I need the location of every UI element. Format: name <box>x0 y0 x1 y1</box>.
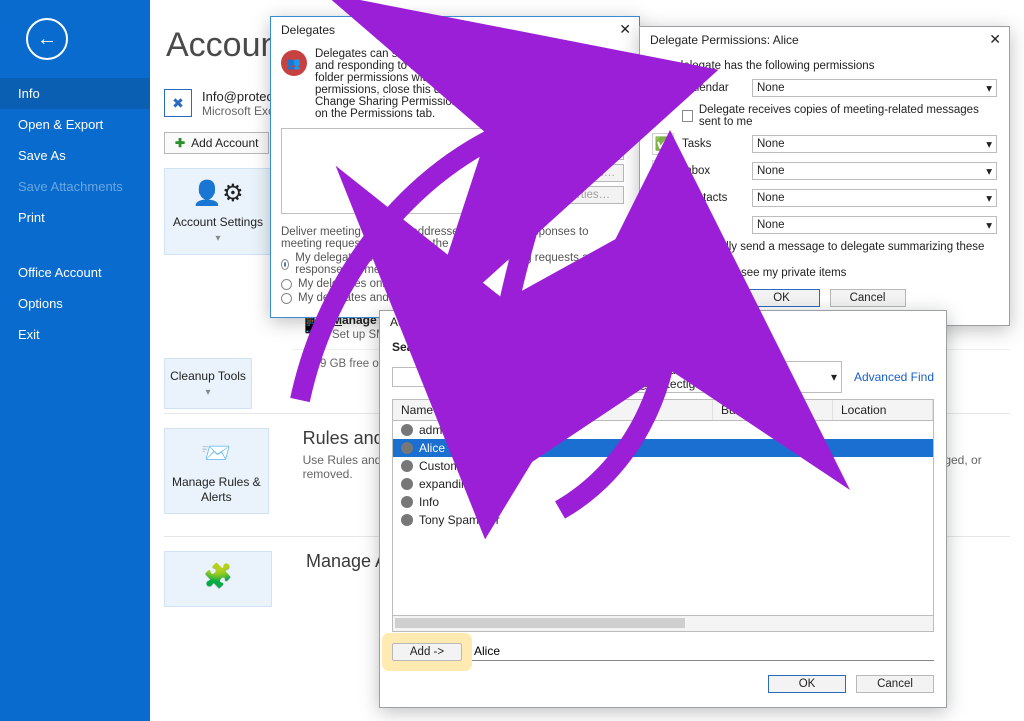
address-book-label: Address Book <box>637 340 718 354</box>
users-grid[interactable]: adminAliceCustomerexpandingInfoTony Spam… <box>392 421 934 616</box>
go-button[interactable]: Go <box>568 367 606 387</box>
radio-name-only[interactable]: Name only <box>442 341 514 353</box>
chevron-down-icon: ▾ <box>215 233 220 244</box>
search-input[interactable] <box>392 367 562 387</box>
perm-row-notes: 🟨 Notes None▾ <box>652 214 997 236</box>
remove-delegate-button: Remove <box>532 142 624 160</box>
perm-cancel-button[interactable]: Cancel <box>830 289 906 307</box>
delegates-intro: Delegates can send items on your behalf,… <box>315 48 629 120</box>
sidebar-item-info[interactable]: Info <box>0 78 150 109</box>
user-row[interactable]: Alice <box>393 439 933 457</box>
back-button[interactable]: ← <box>26 18 68 60</box>
calendar-select[interactable]: None▾ <box>752 79 997 97</box>
plus-icon: ✚ <box>175 136 185 150</box>
contacts-icon: 👤 <box>652 187 674 209</box>
inbox-select[interactable]: None▾ <box>752 162 997 180</box>
back-arrow-icon: ← <box>37 28 57 51</box>
notes-icon: 🟨 <box>652 214 674 236</box>
user-row[interactable]: Customer <box>393 457 933 475</box>
person-icon <box>401 424 413 436</box>
radio-delegates-and-me[interactable]: My delegates and me <box>281 292 629 304</box>
advanced-find-link[interactable]: Advanced Find <box>854 370 934 384</box>
user-row[interactable]: Tony Spammer <box>393 511 933 529</box>
sidebar-item-options[interactable]: Options <box>0 288 150 319</box>
permissions-button: Permissions… <box>532 164 624 182</box>
sidebar-item-print[interactable]: Print <box>0 202 150 233</box>
user-row[interactable]: admin <box>393 421 933 439</box>
add-to-button[interactable]: Add -> <box>392 643 462 661</box>
tasks-icon: ✅ <box>652 133 674 155</box>
user-row[interactable]: expanding <box>393 475 933 493</box>
tasks-select[interactable]: None▾ <box>752 135 997 153</box>
person-icon <box>401 514 413 526</box>
address-book-select[interactable]: Global Address List - Info@protectigate.… <box>612 361 842 393</box>
chevron-down-icon: ▾ <box>205 387 210 398</box>
delegates-listbox[interactable] <box>281 128 521 214</box>
person-icon <box>401 478 413 490</box>
delegate-permissions-dialog: Delegate Permissions: Alice ✕ This deleg… <box>639 26 1010 326</box>
addusers-title: Add Users <box>390 315 446 329</box>
chevron-down-icon: ▾ <box>986 218 992 232</box>
copies-checkbox[interactable] <box>682 110 693 122</box>
exchange-icon: ✖ <box>164 89 192 117</box>
add-account-button[interactable]: ✚ Add Account <box>164 132 269 154</box>
user-row[interactable]: Info <box>393 493 933 511</box>
close-icon[interactable]: ✕ <box>989 31 1001 48</box>
sidebar-item-open-export[interactable]: Open & Export <box>0 109 150 140</box>
chevron-down-icon: ▾ <box>831 370 837 384</box>
person-icon <box>401 496 413 508</box>
sidebar-item-office-account[interactable]: Office Account <box>0 257 150 288</box>
sidebar-item-save-attachments: Save Attachments <box>0 171 150 202</box>
radio-more-columns[interactable]: More columns <box>520 341 609 353</box>
properties-button: Properties… <box>532 186 624 204</box>
private-items-checkbox[interactable] <box>652 267 664 279</box>
manage-apps-tile[interactable]: 🧩 <box>164 551 272 607</box>
delegates-dialog: Delegates ✕ 👥 Delegates can send items o… <box>270 16 640 318</box>
apps-icon: 🧩 <box>169 562 267 592</box>
person-icon <box>401 442 413 454</box>
account-settings-tile[interactable]: 👤⚙ Account Settings ▾ <box>164 168 272 255</box>
perm-row-calendar: 📅 Calendar None▾ <box>652 77 997 99</box>
calendar-icon: 📅 <box>652 77 674 99</box>
close-icon[interactable]: ✕ <box>619 21 631 38</box>
chevron-down-icon: ▾ <box>986 137 992 151</box>
perm-intro: This delegate has the following permissi… <box>652 60 997 72</box>
rules-icon: 📨 <box>169 439 264 469</box>
perm-title: Delegate Permissions: Alice <box>650 33 799 47</box>
add-users-dialog: Add Users Search: Name only More columns… <box>379 310 947 708</box>
delegate-intro-icon: 👥 <box>281 50 307 76</box>
sidebar-item-exit[interactable]: Exit <box>0 319 150 350</box>
chevron-down-icon: ▾ <box>986 191 992 205</box>
delegates-title: Delegates <box>281 23 335 37</box>
person-icon <box>401 460 413 472</box>
manage-rules-tile[interactable]: 📨 Manage Rules & Alerts <box>164 428 269 514</box>
search-label: Search: <box>392 340 436 354</box>
addusers-ok-button[interactable]: OK <box>768 675 846 693</box>
perm-row-contacts: 👤 Contacts None▾ <box>652 187 997 209</box>
backstage-sidebar: ← Info Open & Export Save As Save Attach… <box>0 0 150 721</box>
chevron-down-icon: ▾ <box>986 81 992 95</box>
chevron-down-icon: ▾ <box>986 164 992 178</box>
radio-delegates-only[interactable]: My delegates only <box>281 278 629 290</box>
addusers-cancel-button[interactable]: Cancel <box>856 675 934 693</box>
inbox-icon: 📂 <box>652 160 674 182</box>
sidebar-item-save-as[interactable]: Save As <box>0 140 150 171</box>
perm-row-tasks: ✅ Tasks None▾ <box>652 133 997 155</box>
grid-header: Name Title Business Phone Location <box>392 399 934 421</box>
horizontal-scrollbar[interactable] <box>392 616 934 632</box>
add-delegate-button[interactable]: Add… <box>532 120 624 138</box>
perm-row-inbox: 📂 Inbox None▾ <box>652 160 997 182</box>
deliver-intro: Deliver meeting requests addressed to me… <box>281 226 629 250</box>
added-users-field[interactable] <box>472 642 934 661</box>
radio-delegates-copy[interactable]: My delegates only, but send a copy of me… <box>281 252 629 276</box>
account-settings-icon: 👤⚙ <box>169 179 267 209</box>
contacts-select[interactable]: None▾ <box>752 189 997 207</box>
perm-ok-button[interactable]: OK <box>744 289 820 307</box>
cleanup-tools-tile[interactable]: Cleanup Tools ▾ <box>164 358 252 409</box>
notes-select[interactable]: None▾ <box>752 216 997 234</box>
auto-send-checkbox[interactable] <box>652 247 663 259</box>
